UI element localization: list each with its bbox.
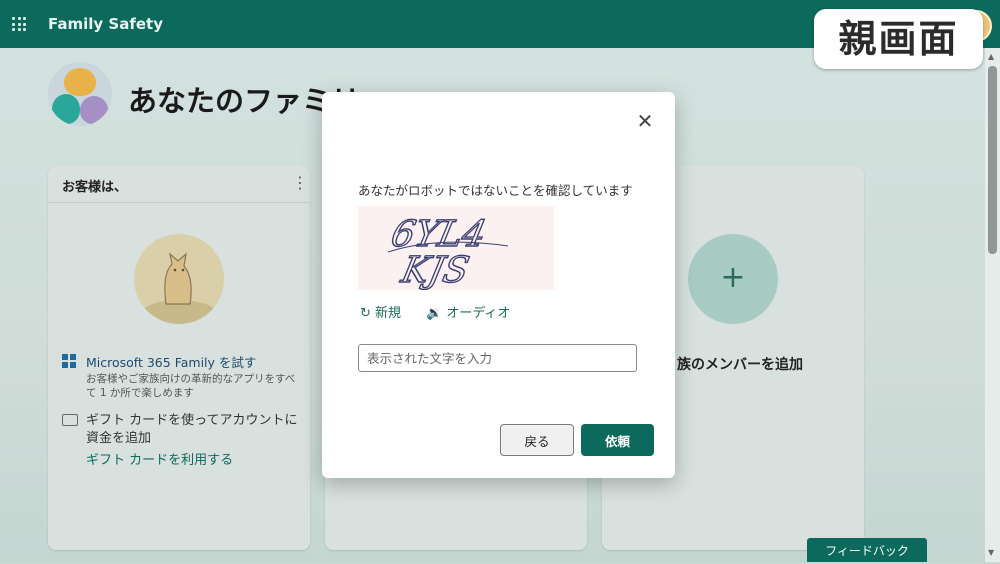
family-avatar — [48, 62, 112, 126]
audio-captcha-button[interactable]: 🔉 オーディオ — [426, 302, 510, 321]
kebab-icon[interactable]: ⋮ — [292, 174, 308, 192]
back-button[interactable]: 戻る — [500, 424, 574, 456]
add-member-label[interactable]: 族のメンバーを追加 — [677, 354, 803, 374]
microsoft-365-description: お客様やご家族向けの革新的なアプリをすべて 1 か所で楽しめます — [86, 373, 296, 399]
scrollbar[interactable]: ▲ ▼ — [985, 48, 1000, 562]
captcha-dialog: ✕ あなたがロボットではないことを確認しています 6YL4 KJS ↻ 新規 🔉… — [322, 92, 675, 478]
microsoft-logo-icon — [62, 354, 76, 368]
card-header-title: お客様は、 — [62, 180, 128, 195]
app-title: Family Safety — [48, 15, 163, 33]
card-divider — [48, 202, 310, 203]
scroll-up-icon[interactable]: ▲ — [988, 52, 994, 61]
gift-card-text: ギフト カードを使ってアカウントに資金を追加 — [86, 413, 298, 446]
verification-message: あなたがロボットではないことを確認しています — [358, 183, 633, 198]
svg-text:KJS: KJS — [397, 248, 473, 290]
overlay-caption: 親画面 — [814, 9, 983, 69]
refresh-label: 新規 — [375, 306, 402, 321]
speaker-icon: 🔉 — [426, 306, 443, 321]
feedback-button[interactable]: フィードバック — [807, 538, 927, 562]
captcha-image: 6YL4 KJS — [358, 206, 554, 292]
refresh-captcha-button[interactable]: ↻ 新規 — [360, 302, 401, 321]
request-button[interactable]: 依頼 — [581, 424, 654, 456]
microsoft-365-offer-link[interactable]: Microsoft 365 Family を試す — [86, 352, 256, 371]
redeem-gift-card-link[interactable]: ギフト カードを利用する — [86, 449, 233, 468]
refresh-icon: ↻ — [360, 306, 371, 321]
waffle-icon[interactable] — [12, 17, 26, 31]
captcha-input[interactable] — [358, 344, 637, 372]
scroll-thumb[interactable] — [988, 66, 997, 254]
cat-illustration — [134, 234, 224, 324]
offer-card: お客様は、 ⋮ Microsoft 365 Family を試す お客様やご家族… — [48, 166, 310, 550]
scroll-down-icon[interactable]: ▼ — [988, 548, 994, 557]
plus-icon[interactable]: + — [688, 234, 778, 324]
audio-label: オーディオ — [446, 306, 511, 321]
gift-card-icon — [62, 414, 78, 426]
close-icon[interactable]: ✕ — [636, 111, 654, 131]
